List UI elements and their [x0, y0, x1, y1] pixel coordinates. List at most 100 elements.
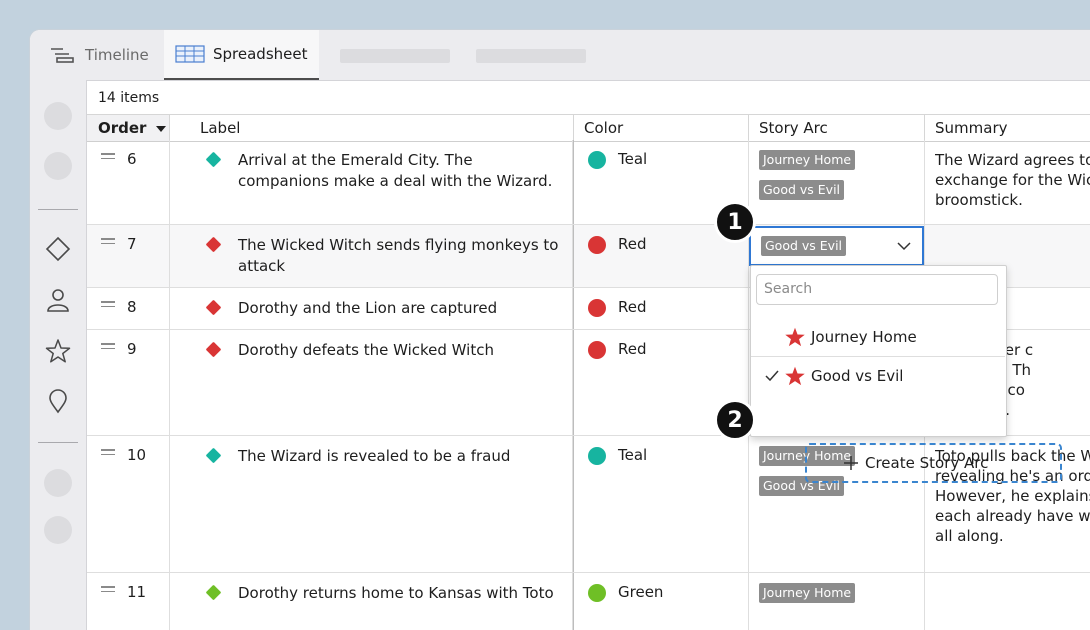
- sidebar-divider: [38, 442, 78, 443]
- order-cell[interactable]: 8: [87, 288, 170, 329]
- star-filled-icon: [785, 327, 805, 347]
- color-name: Green: [618, 583, 664, 601]
- table-row[interactable]: 6 Arrival at the Emerald City. The compa…: [87, 140, 1090, 225]
- sidebar-placeholder: [44, 152, 72, 180]
- sidebar-placeholder: [44, 102, 72, 130]
- story-arc-chip: Journey Home: [759, 583, 856, 603]
- color-swatch: [588, 151, 606, 169]
- option-journey-home[interactable]: Journey Home: [751, 318, 1005, 356]
- color-name: Teal: [618, 150, 648, 168]
- color-cell[interactable]: Green: [574, 573, 749, 630]
- label-cell[interactable]: Dorothy and the Lion are captured: [170, 288, 573, 329]
- drag-handle-icon[interactable]: [101, 449, 115, 458]
- drag-handle-icon[interactable]: [101, 153, 115, 162]
- color-name: Teal: [618, 446, 648, 464]
- person-icon[interactable]: [45, 287, 71, 313]
- story-arc-chip: Good vs Evil: [761, 236, 847, 256]
- story-arc-chip: Good vs Evil: [759, 180, 845, 200]
- sidebar-divider: [38, 209, 78, 210]
- tab-timeline[interactable]: Timeline: [49, 30, 149, 80]
- color-swatch: [588, 236, 606, 254]
- column-header-summary[interactable]: Summary: [925, 115, 1090, 141]
- order-number: 10: [127, 446, 147, 464]
- star-icon[interactable]: [45, 338, 71, 364]
- star-filled-icon: [785, 366, 805, 386]
- label-text: Dorothy defeats the Wicked Witch: [238, 341, 494, 359]
- column-header-color[interactable]: Color: [574, 115, 749, 141]
- column-header-order[interactable]: Order: [87, 115, 170, 141]
- color-swatch: [588, 584, 606, 602]
- diamond-icon: [205, 299, 222, 316]
- label-text: Arrival at the Emerald City. The compani…: [238, 151, 553, 190]
- drag-handle-icon[interactable]: [101, 238, 115, 247]
- option-label: Journey Home: [811, 328, 917, 346]
- color-name: Red: [618, 340, 647, 358]
- column-header-story-arc[interactable]: Story Arc: [749, 115, 925, 141]
- create-story-arc-label: Create Story Arc: [865, 454, 989, 472]
- label-cell[interactable]: Arrival at the Emerald City. The compani…: [170, 140, 573, 224]
- tab-spreadsheet-label: Spreadsheet: [213, 45, 308, 63]
- story-arc-cell[interactable]: Journey Home Good vs Evil: [749, 140, 925, 224]
- color-cell[interactable]: Teal: [574, 436, 749, 572]
- color-swatch: [588, 299, 606, 317]
- create-story-arc-button[interactable]: Create Story Arc: [805, 443, 1062, 483]
- left-sidebar: [30, 80, 87, 630]
- option-good-vs-evil[interactable]: Good vs Evil: [751, 357, 1005, 395]
- drag-handle-icon[interactable]: [101, 301, 115, 310]
- order-number: 7: [127, 235, 137, 253]
- diamond-icon[interactable]: [45, 236, 71, 262]
- label-text: Dorothy returns home to Kansas with Toto: [238, 584, 554, 602]
- summary-cell[interactable]: The Wizard agrees to exchange for the Wi…: [925, 140, 1090, 224]
- summary-text: The Wizard agrees to exchange for the Wi…: [935, 151, 1090, 209]
- diamond-icon: [205, 151, 222, 168]
- label-text: The Wizard is revealed to be a fraud: [238, 447, 511, 465]
- spreadsheet-main: 14 items Order Label Color Story Arc Sum…: [87, 80, 1090, 630]
- table-row[interactable]: 11 Dorothy returns home to Kansas with T…: [87, 573, 1090, 630]
- drag-handle-icon[interactable]: [101, 343, 115, 352]
- tab-placeholder: [476, 49, 586, 63]
- story-arc-chip: Journey Home: [759, 150, 856, 170]
- order-cell[interactable]: 9: [87, 330, 170, 435]
- diamond-icon: [205, 236, 222, 253]
- color-swatch: [588, 447, 606, 465]
- callout-badge-2: 2: [714, 399, 756, 441]
- tab-spreadsheet[interactable]: Spreadsheet: [164, 30, 319, 80]
- label-cell[interactable]: The Wicked Witch sends flying monkeys to…: [170, 225, 573, 287]
- search-input[interactable]: Search: [756, 274, 998, 305]
- diamond-icon: [205, 447, 222, 464]
- color-name: Red: [618, 235, 647, 253]
- label-cell[interactable]: The Wizard is revealed to be a fraud: [170, 436, 573, 572]
- label-cell[interactable]: Dorothy returns home to Kansas with Toto: [170, 573, 573, 630]
- chevron-down-icon[interactable]: [896, 241, 912, 251]
- drag-handle-icon[interactable]: [101, 586, 115, 595]
- location-pin-icon[interactable]: [45, 388, 71, 414]
- order-cell[interactable]: 6: [87, 140, 170, 224]
- column-header-label[interactable]: Label: [170, 115, 574, 141]
- diamond-icon: [205, 341, 222, 358]
- order-number: 9: [127, 340, 137, 358]
- tab-placeholder: [340, 49, 450, 63]
- story-arc-editor[interactable]: Good vs Evil: [749, 226, 924, 266]
- spreadsheet-icon: [175, 45, 205, 63]
- tab-timeline-label: Timeline: [85, 46, 149, 64]
- diamond-icon: [205, 584, 222, 601]
- timeline-icon: [51, 48, 74, 63]
- story-arc-dropdown: Search Journey Home Good vs Evil: [750, 265, 1007, 437]
- color-cell[interactable]: Red: [574, 288, 749, 329]
- order-number: 11: [127, 583, 147, 601]
- plus-icon: [844, 456, 858, 470]
- sort-descending-icon: [155, 125, 166, 132]
- order-number: 8: [127, 298, 137, 316]
- order-cell[interactable]: 10: [87, 436, 170, 572]
- label-text: The Wicked Witch sends flying monkeys to…: [238, 236, 559, 275]
- checkmark-icon: [765, 370, 779, 382]
- order-cell[interactable]: 11: [87, 573, 170, 630]
- label-cell[interactable]: Dorothy defeats the Wicked Witch: [170, 330, 573, 435]
- sidebar-placeholder: [44, 469, 72, 497]
- callout-badge-1: 1: [714, 201, 756, 243]
- summary-cell[interactable]: [925, 573, 1090, 630]
- story-arc-cell[interactable]: Journey Home: [749, 573, 925, 630]
- table-header: Order Label Color Story Arc Summary: [87, 114, 1090, 142]
- color-name: Red: [618, 298, 647, 316]
- order-cell[interactable]: 7: [87, 225, 170, 287]
